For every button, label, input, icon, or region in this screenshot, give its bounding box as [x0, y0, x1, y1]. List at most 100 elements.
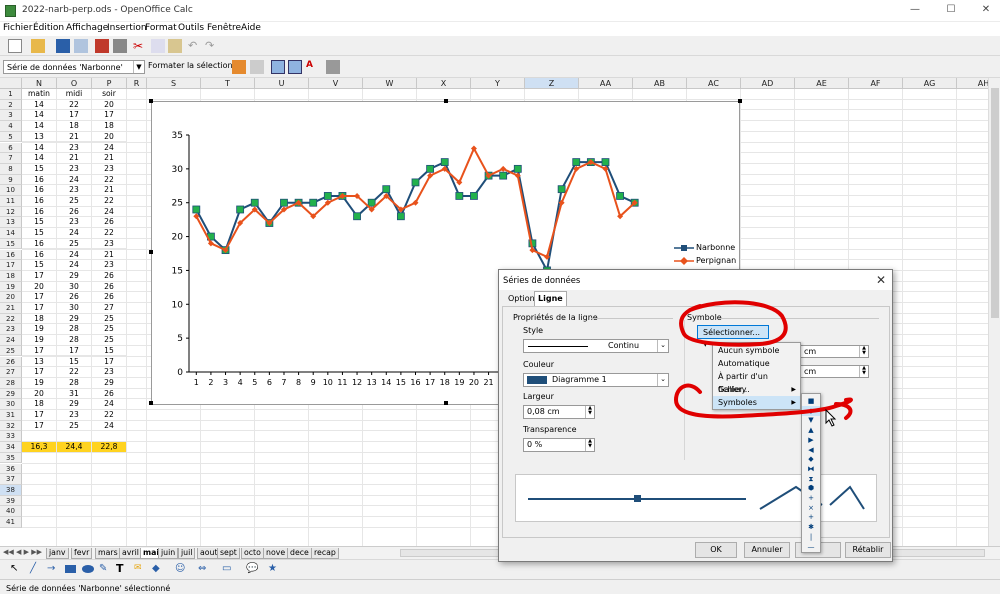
column-header[interactable]: AB: [633, 78, 687, 89]
table-cell[interactable]: 20: [22, 388, 57, 400]
table-cell[interactable]: 25: [57, 420, 92, 432]
row-header[interactable]: 11: [0, 196, 22, 207]
table-cell[interactable]: 14: [22, 121, 57, 132]
table-cell[interactable]: 22: [57, 367, 92, 378]
callouts-icon[interactable]: 💬: [246, 563, 260, 577]
row-header[interactable]: 22: [0, 313, 22, 325]
menu-aide[interactable]: Aide: [241, 23, 261, 33]
menu-item-symbols[interactable]: Symboles: [713, 396, 800, 409]
table-cell[interactable]: 26: [92, 388, 127, 400]
menu-fenetre[interactable]: Fenêtre: [207, 23, 241, 33]
table-cell[interactable]: 16: [22, 196, 57, 207]
table-cell[interactable]: 17: [92, 356, 127, 368]
symbol-option[interactable]: |: [802, 532, 820, 542]
table-cell[interactable]: 24,4: [57, 442, 92, 453]
rectangle-tool-icon[interactable]: [65, 565, 76, 573]
row-header[interactable]: 12: [0, 206, 22, 218]
line-color-select[interactable]: Diagramme 1 ⌄: [523, 373, 669, 387]
row-header[interactable]: 9: [0, 174, 22, 186]
table-cell[interactable]: 22: [92, 196, 127, 207]
copy-icon[interactable]: [151, 39, 165, 53]
legend-toggle-icon[interactable]: [288, 60, 302, 74]
line-style-select[interactable]: Continu ⌄: [523, 339, 669, 353]
chart-type-icon[interactable]: [232, 60, 246, 74]
save-icon[interactable]: [56, 39, 70, 53]
spin-arrows-icon[interactable]: ▲ ▼: [585, 439, 594, 451]
table-cell[interactable]: 21: [92, 153, 127, 164]
row-header[interactable]: 23: [0, 324, 22, 336]
symbol-option[interactable]: +: [802, 493, 820, 503]
table-cell[interactable]: 25: [57, 238, 92, 250]
menu-fichier[interactable]: Fichier: [3, 23, 32, 33]
column-header[interactable]: AF: [849, 78, 903, 89]
column-header[interactable]: AD: [741, 78, 795, 89]
table-cell[interactable]: 16: [22, 185, 57, 196]
column-header[interactable]: S: [147, 78, 201, 89]
column-header[interactable]: N: [22, 78, 57, 89]
row-header[interactable]: 36: [0, 463, 22, 475]
auto-layout-icon[interactable]: [326, 60, 340, 74]
table-cell[interactable]: 18: [22, 313, 57, 325]
symbol-option[interactable]: ⧗: [802, 474, 820, 484]
row-header[interactable]: 34: [0, 442, 22, 453]
callout-tool-icon[interactable]: ✉: [134, 563, 148, 577]
mail-icon[interactable]: [74, 39, 88, 53]
table-cell[interactable]: 22: [57, 99, 92, 111]
vertical-scrollbar[interactable]: [988, 78, 1000, 546]
block-arrows-icon[interactable]: ⇔: [198, 563, 212, 577]
table-cell[interactable]: soir: [92, 89, 127, 100]
table-cell[interactable]: 14: [22, 99, 57, 111]
resize-handle[interactable]: [149, 250, 153, 254]
table-cell[interactable]: 16: [22, 238, 57, 250]
menu-item-no-symbol[interactable]: Aucun symbole: [718, 344, 779, 357]
table-cell[interactable]: 21: [57, 131, 92, 143]
menu-edition[interactable]: Édition: [33, 23, 64, 33]
open-folder-icon[interactable]: [31, 39, 45, 53]
redo-icon[interactable]: ↷: [205, 39, 219, 53]
table-cell[interactable]: 13: [22, 356, 57, 368]
row-header[interactable]: 38: [0, 484, 22, 496]
horizontal-grid-icon[interactable]: [271, 60, 285, 74]
sheet-tab-nove[interactable]: nove: [263, 548, 289, 559]
resize-handle[interactable]: [444, 401, 448, 405]
table-cell[interactable]: 18: [92, 121, 127, 132]
row-header[interactable]: 26: [0, 356, 22, 368]
ellipse-tool-icon[interactable]: [82, 565, 94, 573]
table-cell[interactable]: 14: [22, 142, 57, 154]
table-cell[interactable]: 23: [92, 163, 127, 175]
row-header[interactable]: 39: [0, 495, 22, 507]
table-cell[interactable]: 17: [57, 110, 92, 122]
table-cell[interactable]: 25: [92, 335, 127, 346]
table-cell[interactable]: 26: [57, 292, 92, 303]
row-header[interactable]: 24: [0, 335, 22, 346]
row-header[interactable]: 5: [0, 131, 22, 143]
row-header[interactable]: 32: [0, 420, 22, 432]
table-cell[interactable]: 23: [92, 260, 127, 271]
table-cell[interactable]: 16: [22, 174, 57, 186]
symbol-option[interactable]: +: [802, 512, 820, 522]
table-cell[interactable]: 28: [57, 335, 92, 346]
symbol-height-spinner[interactable]: cm ▲ ▼: [799, 365, 869, 378]
row-header[interactable]: 2: [0, 99, 22, 111]
menu-item-from-file[interactable]: À partir d'un fichier...: [718, 370, 800, 394]
column-header[interactable]: W: [363, 78, 417, 89]
row-header[interactable]: 27: [0, 367, 22, 378]
spin-arrows-icon[interactable]: ▲ ▼: [859, 346, 868, 357]
spin-arrows-icon[interactable]: ▲ ▼: [585, 406, 594, 418]
table-cell[interactable]: 25: [92, 324, 127, 336]
table-cell[interactable]: 14: [22, 110, 57, 122]
table-cell[interactable]: 28: [57, 324, 92, 336]
row-header[interactable]: 33: [0, 431, 22, 443]
table-cell[interactable]: 26: [57, 206, 92, 218]
symbol-option[interactable]: ✱: [802, 522, 820, 532]
row-header[interactable]: 40: [0, 506, 22, 517]
scale-text-icon[interactable]: A: [306, 60, 320, 74]
close-window-button[interactable]: ✕: [975, 3, 997, 17]
resize-handle[interactable]: [444, 99, 448, 103]
reset-button[interactable]: Rétablir: [845, 542, 891, 558]
table-cell[interactable]: 26: [92, 281, 127, 293]
sheet-tab-janv[interactable]: janv: [46, 548, 69, 559]
table-cell[interactable]: 15: [92, 345, 127, 357]
row-header[interactable]: 20: [0, 292, 22, 303]
table-cell[interactable]: 24: [92, 420, 127, 432]
